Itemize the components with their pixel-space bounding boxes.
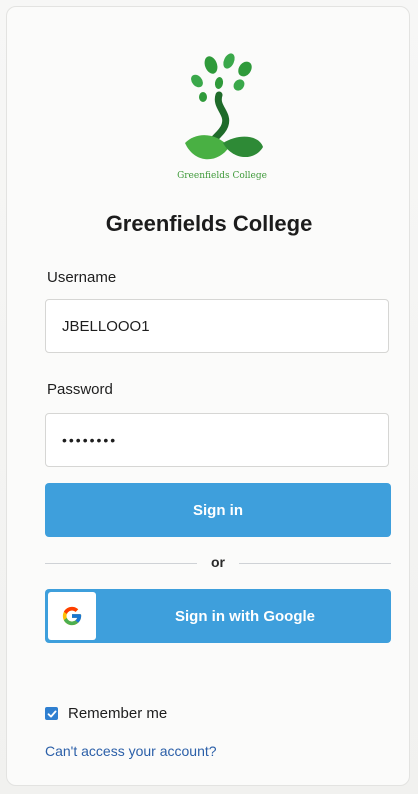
google-icon-box xyxy=(48,592,96,640)
password-label: Password xyxy=(47,381,113,398)
login-page: Greenfields College Greenfields College … xyxy=(0,0,418,794)
password-value: •••••••• xyxy=(62,432,118,448)
or-divider: or xyxy=(45,553,391,573)
sign-in-label: Sign in xyxy=(193,501,243,519)
sign-in-button[interactable]: Sign in xyxy=(45,483,391,537)
remember-me-checkbox[interactable] xyxy=(45,707,58,720)
tree-logo-icon xyxy=(185,53,263,160)
page-title: Greenfields College xyxy=(105,211,313,236)
cant-access-account-link[interactable]: Can't access your account? xyxy=(45,743,217,759)
remember-me-label: Remember me xyxy=(68,705,168,722)
username-value: JBELLOOO1 xyxy=(62,317,150,335)
username-label: Username xyxy=(47,269,117,286)
divider-line-right xyxy=(239,563,391,564)
google-sign-in-button[interactable]: Sign in with Google xyxy=(45,589,391,643)
username-field[interactable]: JBELLOOO1 xyxy=(45,299,389,353)
password-field[interactable]: •••••••• xyxy=(45,413,389,467)
divider-text: or xyxy=(211,554,225,570)
remember-me[interactable]: Remember me xyxy=(45,705,167,722)
checkmark-icon xyxy=(47,710,56,717)
google-sign-in-label: Sign in with Google xyxy=(175,607,315,625)
logo-text: Greenfields College xyxy=(177,171,267,181)
college-logo: Greenfields College xyxy=(167,47,277,187)
login-card: Greenfields College Greenfields College … xyxy=(6,6,410,786)
google-g-icon xyxy=(62,606,82,626)
